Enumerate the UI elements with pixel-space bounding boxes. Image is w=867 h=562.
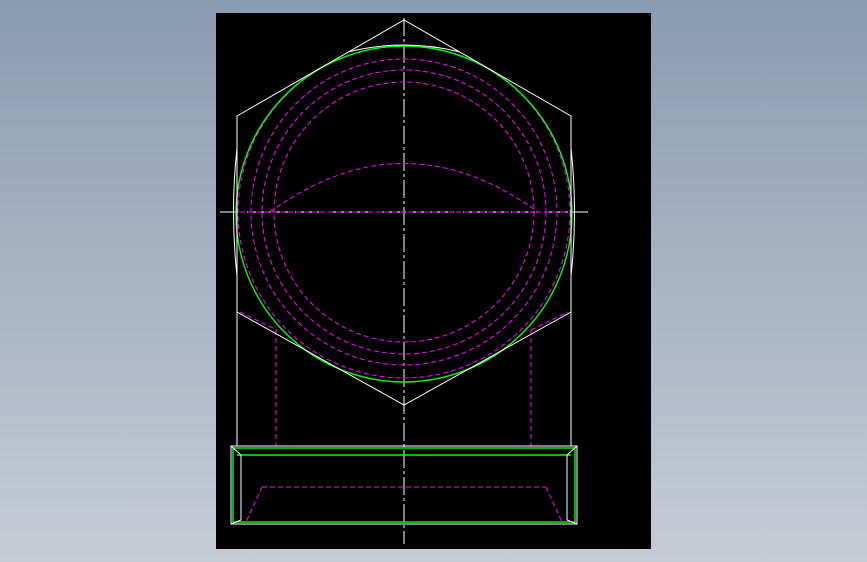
hidden-line-base-left-diag [245,486,263,523]
centerlines [220,18,588,544]
cad-drawing [220,18,588,544]
hidden-line-chamfer-right [530,311,569,331]
hidden-line-chamfer-left [239,311,278,331]
cad-viewport[interactable] [216,13,651,549]
application-background [0,0,867,562]
hidden-line-base-right-diag [545,486,563,523]
